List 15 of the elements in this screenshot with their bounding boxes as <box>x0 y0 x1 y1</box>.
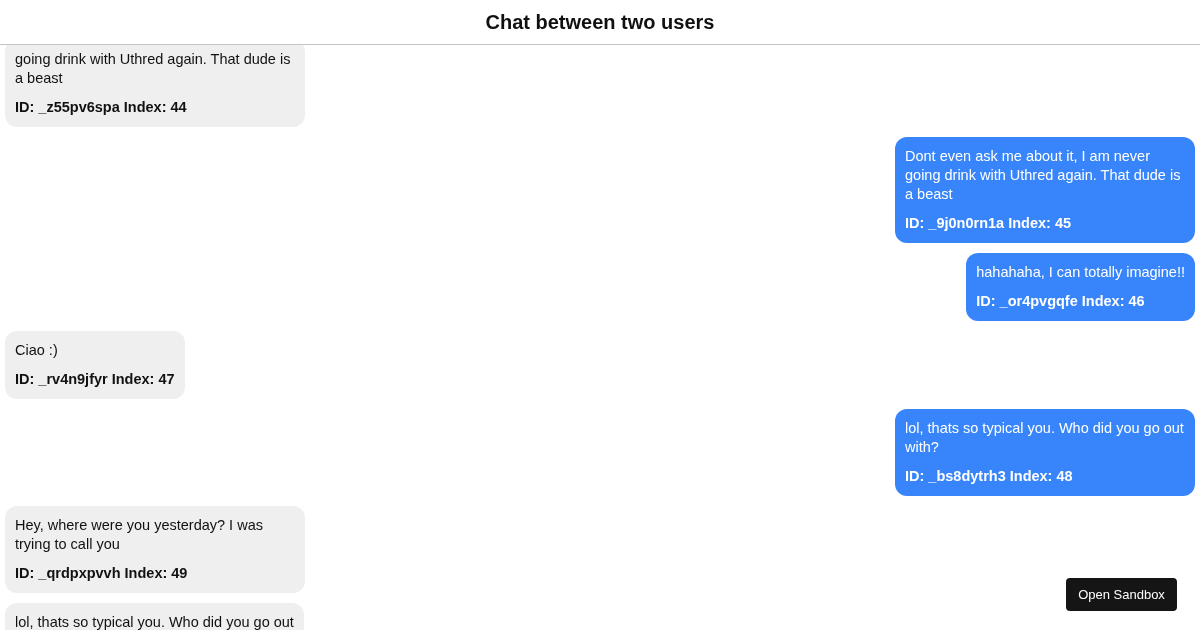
message-meta: ID: _z55pv6spa Index: 44 <box>15 98 188 117</box>
message-meta: ID: _rv4n9jfyr Index: 47 <box>15 370 175 389</box>
message-text: hahahaha, I can totally imagine!! <box>976 263 1185 282</box>
message-meta: ID: _qrdpxpvvh Index: 49 <box>15 564 189 583</box>
message-text: Ciao :) <box>15 341 59 360</box>
message-text: Dont even ask me about it, I am never going drink with Uthred again. That dude is a beast <box>905 147 1182 204</box>
message-text: Hey, where were you yesterday? I was trying to call you <box>15 516 264 554</box>
message-meta: ID: _or4pvgqfe Index: 46 <box>976 292 1146 311</box>
message-text: going drink with Uthred again. That dude is a beast <box>15 50 292 88</box>
message-meta: ID: _bs8dytrh3 Index: 48 <box>905 467 1074 486</box>
message-meta: ID: _9j0n0rn1a Index: 45 <box>905 214 1072 233</box>
page-title: Chat between two users <box>485 10 715 35</box>
message-text: lol, thats so typical you. Who did you go out <box>15 613 294 630</box>
open-sandbox-button[interactable]: Open Sandbox <box>1066 578 1177 611</box>
message-text: lol, thats so typical you. Who did you go out with? <box>905 419 1185 457</box>
